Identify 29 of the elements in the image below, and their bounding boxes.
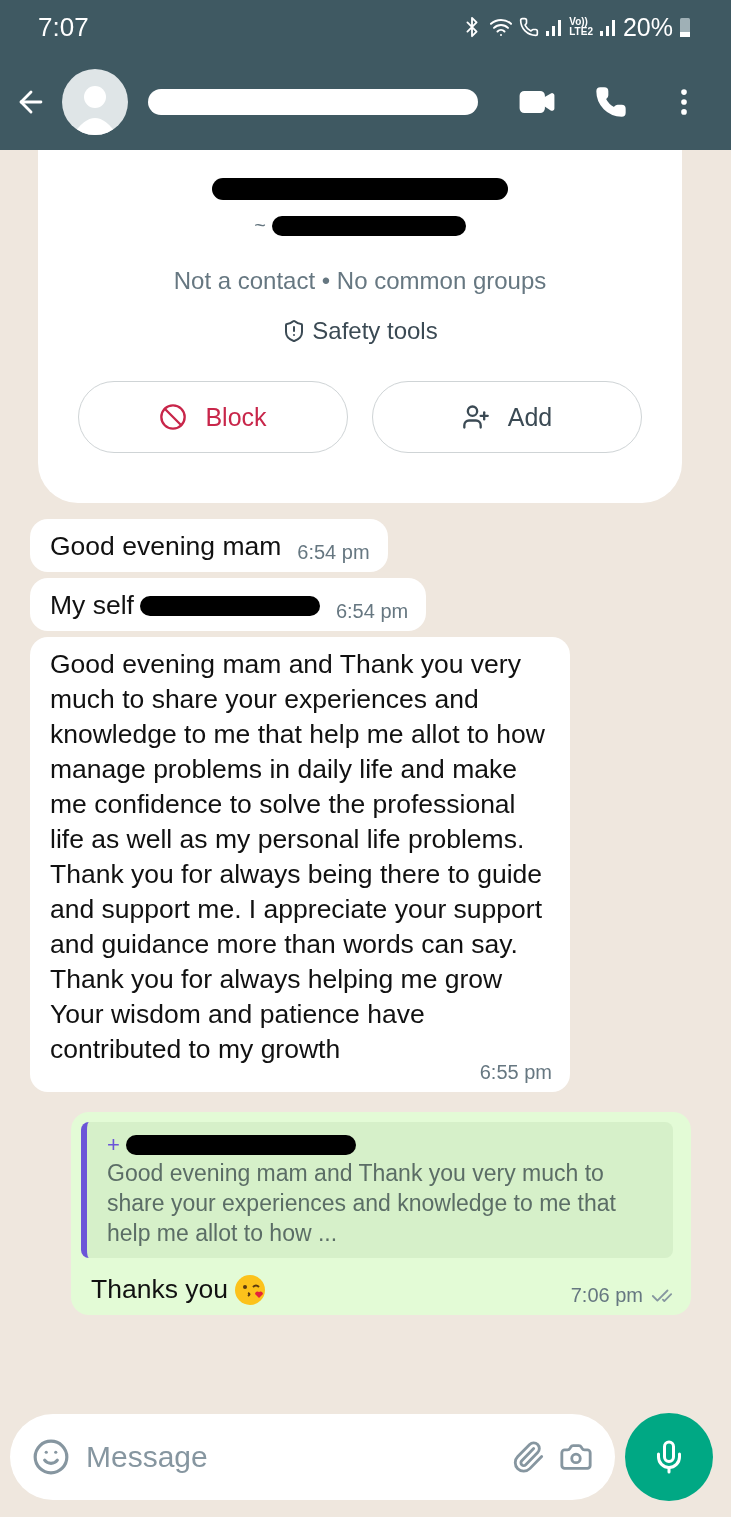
contact-info: Not a contact • No common groups xyxy=(173,267,547,295)
add-person-icon xyxy=(461,403,490,431)
message-text: Thanks you xyxy=(91,1273,228,1306)
block-button[interactable]: Block xyxy=(78,381,348,453)
safety-tools-link[interactable]: Safety tools xyxy=(312,317,438,345)
block-icon xyxy=(159,403,188,431)
battery-percent: 20% xyxy=(622,12,673,42)
message-input[interactable]: Message xyxy=(84,1439,497,1475)
signal-icon xyxy=(545,17,564,37)
message-text: Good evening mam xyxy=(50,530,282,563)
wifi-calling-icon xyxy=(519,17,540,37)
name-prefix: ~ xyxy=(254,214,266,237)
message-time: 6:54 pm xyxy=(335,600,409,623)
battery-icon xyxy=(679,16,691,38)
add-button[interactable]: Add xyxy=(372,381,642,453)
message-time: 7:06 pm xyxy=(570,1284,643,1307)
emoji-icon[interactable] xyxy=(32,1438,70,1476)
lte-label: LTE2 xyxy=(569,27,593,37)
kissing-emoji-icon xyxy=(234,1272,268,1307)
volte-label: Vo)) xyxy=(569,17,589,27)
signal-icon xyxy=(598,17,617,37)
phone-icon[interactable] xyxy=(595,86,628,118)
quote-text: Good evening mam and Thank you very much to share your experiences and knowledge to me that help me allot to how ... xyxy=(107,1159,617,1248)
quote-author-prefix: + xyxy=(107,1132,120,1158)
message-text: My self xyxy=(50,589,134,622)
message-time: 6:54 pm xyxy=(297,541,370,564)
status-time: 7:07 xyxy=(38,11,89,43)
message-field[interactable]: Message xyxy=(10,1414,615,1500)
attach-icon[interactable] xyxy=(511,1440,545,1474)
